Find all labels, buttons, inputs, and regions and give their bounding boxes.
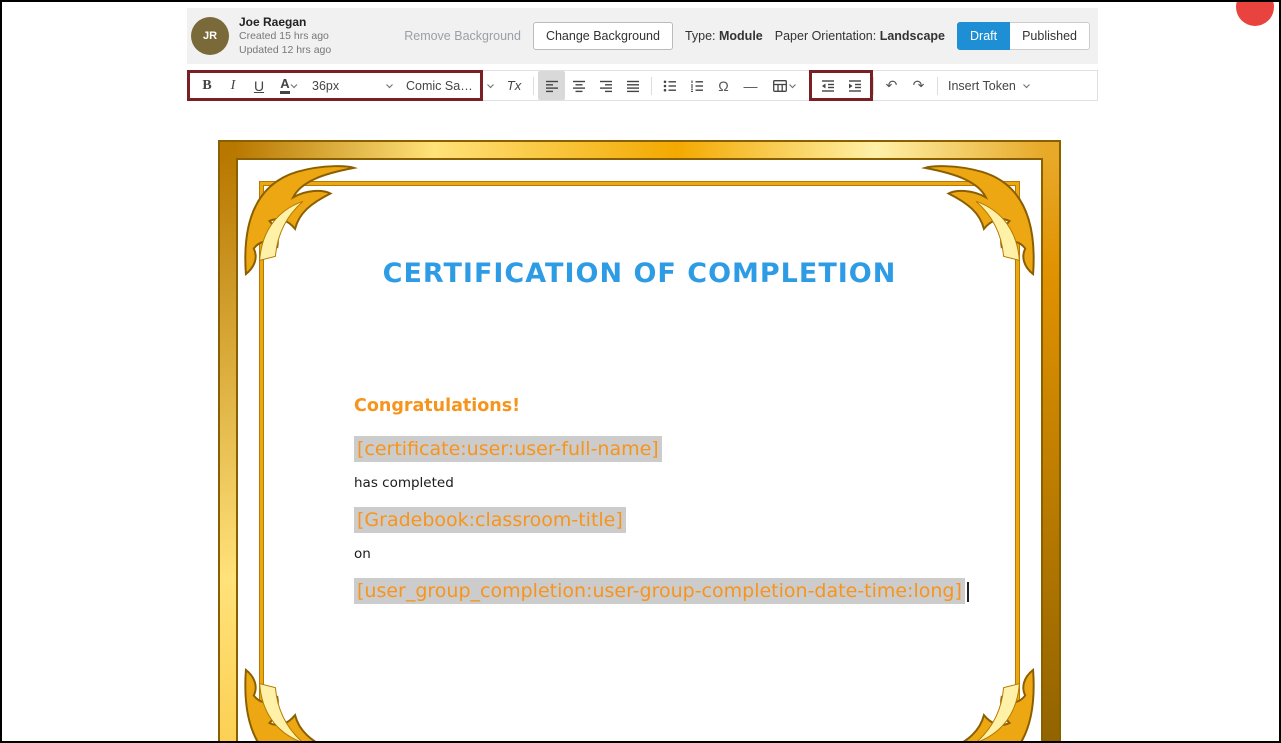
underline-button[interactable]: U: [246, 71, 272, 100]
user-name: Joe Raegan: [239, 15, 307, 30]
type-field: Type: Module: [685, 29, 763, 43]
align-right-icon: [599, 80, 612, 92]
underline-icon: U: [253, 77, 265, 94]
redo-icon: ↷: [912, 77, 925, 93]
text-cursor: [966, 581, 969, 602]
classroom-token[interactable]: [Gradebook:classroom-title]: [354, 507, 626, 533]
user-token[interactable]: [certificate:user:user-full-name]: [354, 436, 662, 462]
header-actions: Remove Background Change Background Type…: [404, 22, 1090, 50]
bold-button[interactable]: B: [194, 71, 220, 100]
align-left-icon: [545, 80, 558, 92]
font-color-icon: A: [280, 77, 290, 94]
corner-flourish-icon: [921, 667, 1035, 741]
toolbar-separator: [868, 71, 878, 100]
toolbar-separator: [932, 71, 942, 100]
font-size-dropdown[interactable]: 36px: [306, 71, 400, 100]
horizontal-rule-icon: —: [743, 77, 758, 94]
remove-background-link[interactable]: Remove Background: [404, 29, 521, 43]
font-family-dropdown-chevron[interactable]: [480, 71, 500, 100]
certificate-body[interactable]: Congratulations! [certificate:user:user-…: [354, 396, 969, 617]
indent-button[interactable]: [841, 71, 868, 100]
undo-button[interactable]: ↶: [878, 71, 905, 100]
has-completed-text[interactable]: has completed: [354, 475, 969, 491]
notification-badge[interactable]: [1236, 2, 1274, 26]
orientation-value: Landscape: [879, 29, 945, 43]
header-bar: JR Joe Raegan Created 15 hrs ago Updated…: [187, 8, 1098, 64]
align-center-icon: [572, 80, 585, 92]
align-left-button[interactable]: [538, 71, 565, 100]
clear-formatting-button[interactable]: Tx: [500, 71, 528, 100]
chevron-down-icon: [486, 83, 494, 88]
align-justify-button[interactable]: [619, 71, 646, 100]
redo-button[interactable]: ↷: [905, 71, 932, 100]
toolbar-separator: [646, 71, 656, 100]
updated-timestamp: Updated 12 hrs ago: [239, 43, 332, 56]
chevron-down-icon: [386, 83, 393, 88]
on-text[interactable]: on: [354, 546, 969, 562]
toolbar-separator: [804, 71, 814, 100]
completion-token-line[interactable]: [user_group_completion:user-group-comple…: [354, 578, 969, 604]
chevron-down-icon: [1023, 83, 1030, 88]
chevron-down-icon: [788, 83, 796, 88]
certificate-editor-window: JR Joe Raegan Created 15 hrs ago Updated…: [0, 0, 1281, 743]
outdent-icon: [821, 79, 834, 92]
align-justify-icon: [626, 80, 639, 92]
greeting-text[interactable]: Congratulations!: [354, 396, 969, 416]
bullet-list-button[interactable]: [656, 71, 683, 100]
indent-icon: [848, 79, 861, 92]
created-timestamp: Created 15 hrs ago: [239, 30, 329, 43]
certificate-gold-border: CERTIFICATION OF COMPLETION Congratulati…: [218, 140, 1061, 741]
user-meta: Joe Raegan Created 15 hrs ago Updated 12…: [239, 15, 331, 56]
numbered-list-icon: [690, 80, 703, 92]
bold-icon: B: [202, 77, 212, 93]
italic-icon: I: [230, 77, 236, 93]
numbered-list-button[interactable]: [683, 71, 710, 100]
user-token-line[interactable]: [certificate:user:user-full-name]: [354, 436, 969, 462]
table-button[interactable]: [764, 71, 804, 100]
orientation-label: Paper Orientation:: [774, 29, 877, 43]
font-color-button[interactable]: A: [272, 71, 306, 100]
status-toggle: Draft Published: [957, 22, 1090, 50]
outdent-button[interactable]: [814, 71, 841, 100]
special-character-button[interactable]: Ω: [710, 71, 737, 100]
align-right-button[interactable]: [592, 71, 619, 100]
clear-formatting-icon: Tx: [506, 78, 522, 93]
avatar: JR: [191, 17, 229, 55]
font-family-value: Comic Sans ...: [406, 78, 474, 93]
type-value: Module: [719, 29, 763, 43]
corner-flourish-icon: [244, 667, 358, 741]
type-label: Type:: [684, 29, 716, 43]
insert-token-dropdown[interactable]: Insert Token: [942, 71, 1037, 100]
editor-toolbar: B I U A 36px Comic Sans ... Tx: [187, 70, 1098, 101]
draft-button[interactable]: Draft: [957, 22, 1011, 50]
omega-icon: Ω: [718, 77, 729, 94]
font-size-value: 36px: [312, 78, 340, 93]
font-family-dropdown[interactable]: Comic Sans ...: [400, 71, 480, 100]
orientation-field: Paper Orientation: Landscape: [775, 29, 945, 43]
classroom-token-line[interactable]: [Gradebook:classroom-title]: [354, 507, 969, 533]
change-background-button[interactable]: Change Background: [532, 22, 673, 50]
horizontal-rule-button[interactable]: —: [737, 71, 764, 100]
certificate-title[interactable]: CERTIFICATION OF COMPLETION: [236, 258, 1043, 289]
table-icon: [772, 79, 787, 92]
toolbar-separator: [528, 71, 538, 100]
insert-token-label: Insert Token: [948, 78, 1016, 93]
bullet-list-icon: [663, 80, 676, 91]
certificate-canvas[interactable]: CERTIFICATION OF COMPLETION Congratulati…: [187, 101, 1098, 741]
italic-button[interactable]: I: [220, 71, 246, 100]
completion-token[interactable]: [user_group_completion:user-group-comple…: [354, 578, 965, 604]
undo-icon: ↶: [885, 77, 898, 93]
chevron-down-icon: [290, 83, 298, 88]
align-center-button[interactable]: [565, 71, 592, 100]
published-button[interactable]: Published: [1010, 22, 1090, 50]
